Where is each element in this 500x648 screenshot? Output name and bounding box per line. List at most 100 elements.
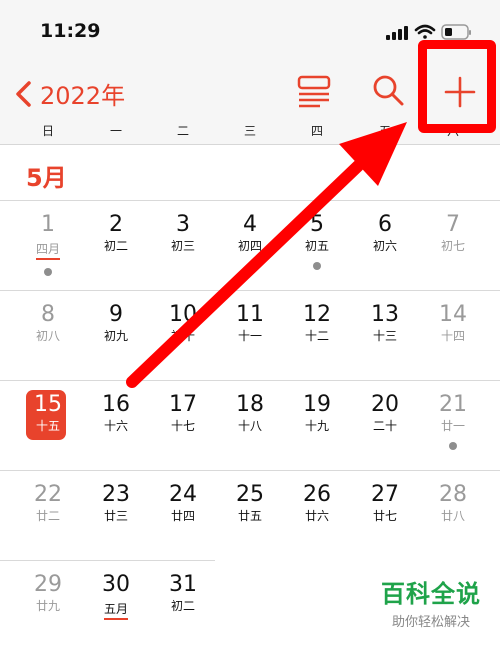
day-cell[interactable]: 25 廿五 (216, 470, 284, 558)
day-cell[interactable]: 13 十三 (351, 290, 419, 378)
day-cell[interactable]: 22 廿二 (14, 470, 82, 558)
watermark-sub: 助你轻松解决 (391, 615, 470, 630)
lunar-date: 初五 (304, 239, 329, 253)
day-cell[interactable]: 14 十四 (419, 290, 487, 378)
lunar-date: 廿六 (304, 509, 329, 523)
weekday-sun: 日 (41, 124, 54, 138)
lunar-date: 初八 (35, 329, 60, 343)
event-dot (449, 442, 457, 450)
day-number: 1 (41, 212, 55, 237)
lunar-date: 廿五 (237, 509, 262, 523)
lunar-date: 廿八 (440, 509, 465, 523)
status-time: 11:29 (40, 20, 101, 42)
day-cell[interactable]: 23 廿三 (82, 470, 150, 558)
lunar-date: 初九 (103, 329, 128, 343)
day-number: 7 (446, 212, 460, 237)
lunar-date: 十一 (237, 329, 262, 343)
lunar-date: 初二 (170, 599, 195, 613)
day-number: 25 (236, 482, 264, 507)
day-cell[interactable]: 31 初二 (149, 560, 217, 648)
day-number: 30 (102, 572, 130, 597)
day-number: 28 (439, 482, 467, 507)
watermark-main: 百科全说 (381, 580, 481, 608)
lunar-date: 初二 (103, 239, 128, 253)
day-cell[interactable]: 3 初三 (149, 200, 217, 288)
lunar-date: 十七 (170, 419, 195, 433)
day-cell[interactable]: 28 廿八 (419, 470, 487, 558)
list-view-icon[interactable] (296, 72, 332, 108)
day-number: 12 (303, 302, 331, 327)
day-number: 13 (371, 302, 399, 327)
lunar-date: 廿九 (35, 599, 60, 613)
day-cell[interactable]: 27 廿七 (351, 470, 419, 558)
day-number: 31 (169, 572, 197, 597)
chevron-left-icon (16, 80, 31, 107)
battery-icon (441, 24, 471, 40)
day-number: 10 (169, 302, 197, 327)
weekday-mon: 一 (109, 124, 122, 138)
lunar-date: 十八 (237, 419, 262, 433)
day-cell[interactable]: 30 五月 (82, 560, 150, 648)
day-cell-today[interactable]: 15 十五 (14, 380, 82, 468)
day-number: 29 (34, 572, 62, 597)
lunar-date: 十六 (103, 419, 128, 433)
lunar-date: 十三 (372, 329, 397, 343)
day-cell[interactable]: 19 十九 (283, 380, 351, 468)
weekday-thu: 四 (310, 124, 323, 138)
search-icon[interactable] (370, 72, 406, 108)
day-number: 14 (439, 302, 467, 327)
month-title: 5月 (26, 164, 67, 192)
day-number: 22 (34, 482, 62, 507)
lunar-date: 十二 (304, 329, 329, 343)
status-icons (386, 24, 471, 40)
back-to-year-button[interactable]: 2022年 (12, 76, 125, 111)
lunar-date: 廿三 (103, 509, 128, 523)
day-number: 23 (102, 482, 130, 507)
event-dot (313, 262, 321, 270)
day-number: 17 (169, 392, 197, 417)
day-cell[interactable]: 5 初五 (283, 200, 351, 288)
weekday-fri: 五 (378, 124, 391, 138)
lunar-date: 十五 (35, 419, 60, 433)
wifi-icon (414, 24, 436, 39)
lunar-date: 四月 (35, 241, 60, 260)
day-number: 21 (439, 392, 467, 417)
day-cell[interactable]: 29 廿九 (14, 560, 82, 648)
day-cell[interactable]: 7 初七 (419, 200, 487, 288)
day-cell[interactable]: 17 十七 (149, 380, 217, 468)
day-cell[interactable]: 24 廿四 (149, 470, 217, 558)
day-number: 11 (236, 302, 264, 327)
lunar-date: 五月 (103, 601, 128, 620)
day-cell[interactable]: 16 十六 (82, 380, 150, 468)
day-cell[interactable]: 11 十一 (216, 290, 284, 378)
day-cell[interactable]: 26 廿六 (283, 470, 351, 558)
day-cell[interactable]: 2 初二 (82, 200, 150, 288)
weekday-wed: 三 (243, 124, 256, 138)
event-dot (44, 268, 52, 276)
day-cell[interactable]: 10 初十 (149, 290, 217, 378)
day-cell[interactable]: 18 十八 (216, 380, 284, 468)
day-number: 15 (34, 392, 62, 417)
lunar-date: 十九 (304, 419, 329, 433)
day-cell[interactable]: 4 初四 (216, 200, 284, 288)
lunar-date: 初七 (440, 239, 465, 253)
day-cell[interactable]: 20 二十 (351, 380, 419, 468)
day-cell[interactable]: 12 十二 (283, 290, 351, 378)
lunar-date: 二十 (372, 419, 397, 433)
day-cell[interactable]: 6 初六 (351, 200, 419, 288)
day-cell[interactable]: 9 初九 (82, 290, 150, 378)
add-button-highlight-box (418, 40, 496, 133)
day-number: 19 (303, 392, 331, 417)
day-cell[interactable]: 1 四月 (14, 200, 82, 288)
lunar-date: 初六 (372, 239, 397, 253)
day-number: 2 (109, 212, 123, 237)
day-cell[interactable]: 8 初八 (14, 290, 82, 378)
day-cell[interactable]: 21 廿一 (419, 380, 487, 468)
lunar-date: 初十 (170, 329, 195, 343)
weekday-tue: 二 (176, 124, 189, 138)
day-number: 20 (371, 392, 399, 417)
lunar-date: 初四 (237, 239, 262, 253)
day-number: 16 (102, 392, 130, 417)
day-number: 27 (371, 482, 399, 507)
watermark-logo: 百科全说 助你轻松解决 (372, 574, 490, 630)
